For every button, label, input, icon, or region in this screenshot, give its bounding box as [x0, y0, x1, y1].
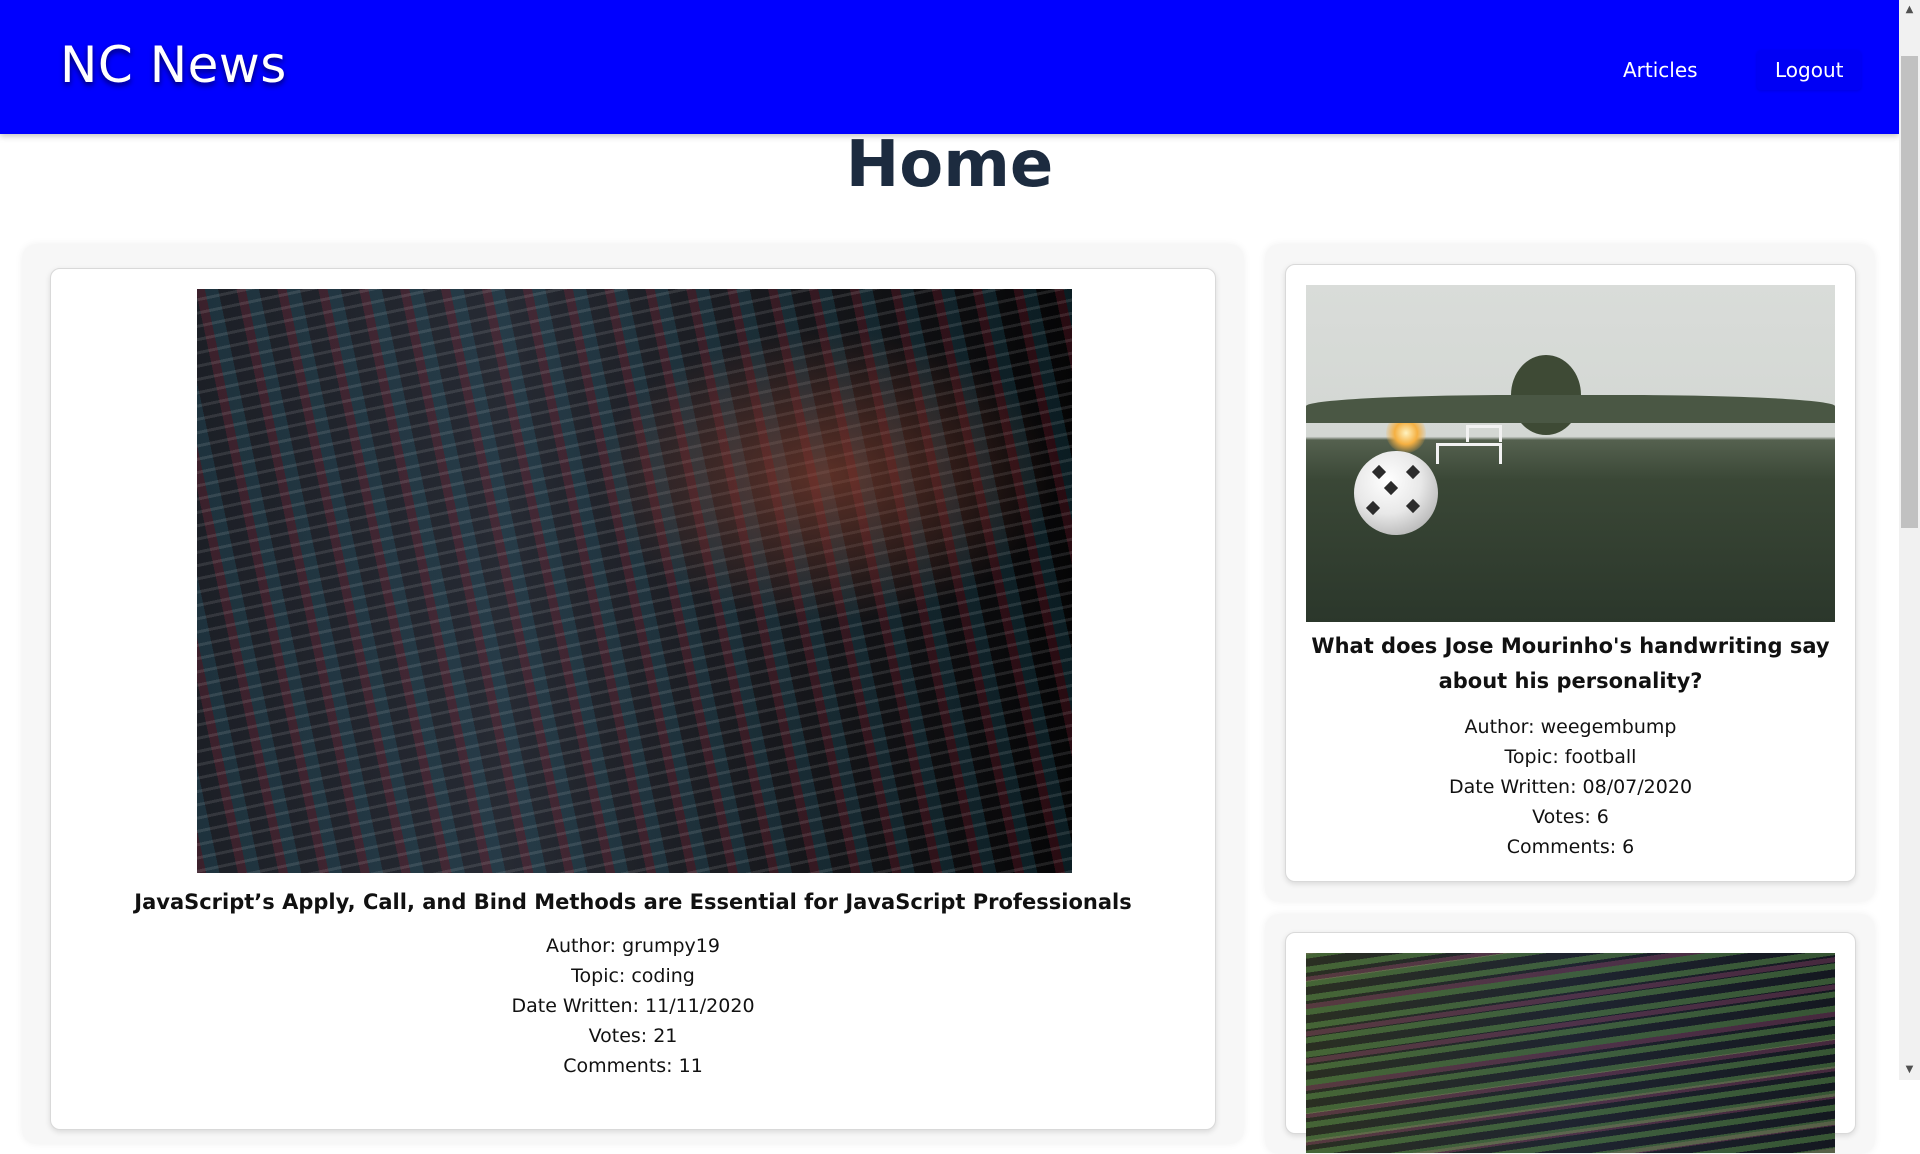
article-image[interactable] [1306, 285, 1835, 622]
article-title[interactable]: JavaScript’s Apply, Call, and Bind Metho… [51, 885, 1215, 920]
article-author: Author: grumpy19 [546, 935, 720, 957]
page-title: Home [845, 128, 1054, 202]
article-card[interactable] [1285, 932, 1856, 1153]
article-author: Author: weegembump [1464, 716, 1677, 738]
goal-post [1436, 443, 1502, 464]
scroll-up-arrow-icon[interactable]: ▲ [1899, 0, 1920, 20]
article-meta: Author: grumpy19 Topic: coding Date Writ… [51, 931, 1215, 1081]
article-card[interactable]: What does Jose Mourinho's handwriting sa… [1285, 264, 1856, 882]
article-card[interactable]: JavaScript’s Apply, Call, and Bind Metho… [50, 268, 1216, 1130]
nav-articles-link[interactable]: Articles [1605, 50, 1716, 90]
site-brand[interactable]: NC News [60, 36, 287, 94]
treeline [1306, 395, 1835, 423]
article-topic: Topic: football [1504, 746, 1637, 768]
article-title[interactable]: What does Jose Mourinho's handwriting sa… [1286, 629, 1855, 699]
article-image[interactable] [1306, 953, 1835, 1153]
soccer-ball [1354, 451, 1438, 535]
goal-post [1466, 425, 1502, 442]
article-meta: Author: weegembump Topic: football Date … [1286, 712, 1855, 862]
scrollbar-thumb[interactable] [1901, 56, 1918, 528]
top-navbar: NC News Articles Logout [0, 0, 1899, 134]
article-votes: Votes: 6 [1532, 806, 1609, 828]
article-date: Date Written: 11/11/2020 [511, 995, 755, 1017]
article-topic: Topic: coding [571, 965, 695, 987]
logout-button[interactable]: Logout [1757, 50, 1862, 90]
article-comments: Comments: 11 [563, 1055, 703, 1077]
article-votes: Votes: 21 [588, 1025, 678, 1047]
article-comments: Comments: 6 [1506, 836, 1635, 858]
article-image[interactable] [197, 289, 1072, 873]
article-date: Date Written: 08/07/2020 [1448, 776, 1693, 798]
scroll-down-arrow-icon[interactable]: ▼ [1899, 1060, 1920, 1080]
